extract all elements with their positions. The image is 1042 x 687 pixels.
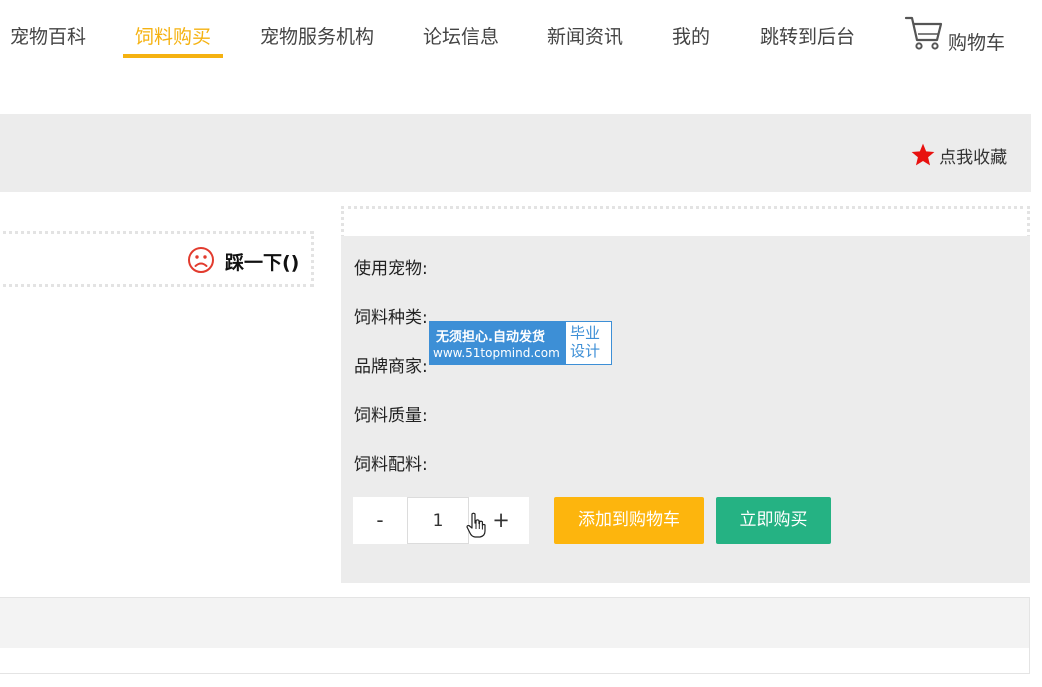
favorite-label: 点我收藏 <box>939 147 1008 168</box>
watermark-right: 毕业设计 <box>570 324 601 360</box>
add-to-cart-button[interactable]: 添加到购物车 <box>554 497 704 544</box>
panel-header <box>341 206 1030 238</box>
nav-item-mine[interactable]: 我的 <box>672 22 710 49</box>
detail-tab-bar <box>0 597 1030 649</box>
watermark-line1: 无须担心.自动发货 <box>436 330 545 345</box>
watermark-line2: www.51topmind.com <box>433 346 560 360</box>
favorite-button[interactable]: 点我收藏 <box>910 142 1007 168</box>
field-brand-label: 品牌商家: <box>354 357 428 377</box>
watermark-badge: 无须担心.自动发货 www.51topmind.com 毕业设计 <box>429 321 612 365</box>
sad-face-icon <box>188 247 214 273</box>
nav-item-admin[interactable]: 跳转到后台 <box>760 22 855 49</box>
hand-cursor-icon <box>466 512 486 538</box>
quantity-input[interactable] <box>407 497 469 544</box>
field-brand: 品牌商家: <box>354 352 428 377</box>
product-info-panel: 使用宠物: 饲料种类: 品牌商家: 饲料质量: 饲料配料: - + 添加到购物车… <box>341 236 1030 583</box>
nav-item-forum[interactable]: 论坛信息 <box>423 22 499 49</box>
cart-label: 购物车 <box>948 32 1006 54</box>
field-pet-type-label: 使用宠物: <box>354 259 428 279</box>
detail-tab-content <box>0 648 1030 674</box>
cart-link[interactable]: 购物车 <box>904 14 1014 54</box>
quantity-increase-button[interactable]: + <box>481 497 521 544</box>
field-quality-label: 饲料质量: <box>354 406 428 426</box>
field-feed-type: 饲料种类: <box>354 303 428 328</box>
active-tab-indicator <box>123 54 223 58</box>
dislike-button[interactable]: 踩一下() <box>187 244 307 276</box>
nav-item-feed-purchase[interactable]: 饲料购买 <box>135 22 211 49</box>
nav-item-news[interactable]: 新闻资讯 <box>547 22 623 49</box>
top-navigation: 宠物百科 饲料购买 宠物服务机构 论坛信息 新闻资讯 我的 跳转到后台 购物车 <box>0 0 1042 70</box>
nav-item-pet-encyclopedia[interactable]: 宠物百科 <box>10 22 86 49</box>
field-quality: 饲料质量: <box>354 401 428 426</box>
field-ingredients: 饲料配料: <box>354 450 428 475</box>
star-icon <box>911 143 935 166</box>
quantity-decrease-button[interactable]: - <box>353 497 407 544</box>
field-feed-type-label: 饲料种类: <box>354 308 428 328</box>
watermark-left: 无须担心.自动发货 www.51topmind.com <box>430 322 566 364</box>
dislike-label: 踩一下() <box>225 252 300 274</box>
cart-icon <box>904 16 943 50</box>
quantity-stepper: - + <box>353 497 529 544</box>
buy-now-button[interactable]: 立即购买 <box>716 497 831 544</box>
field-pet-type: 使用宠物: <box>354 254 428 279</box>
product-title-bar: 点我收藏 <box>0 114 1031 192</box>
nav-item-pet-service[interactable]: 宠物服务机构 <box>260 22 374 49</box>
field-ingredients-label: 饲料配料: <box>354 455 428 475</box>
